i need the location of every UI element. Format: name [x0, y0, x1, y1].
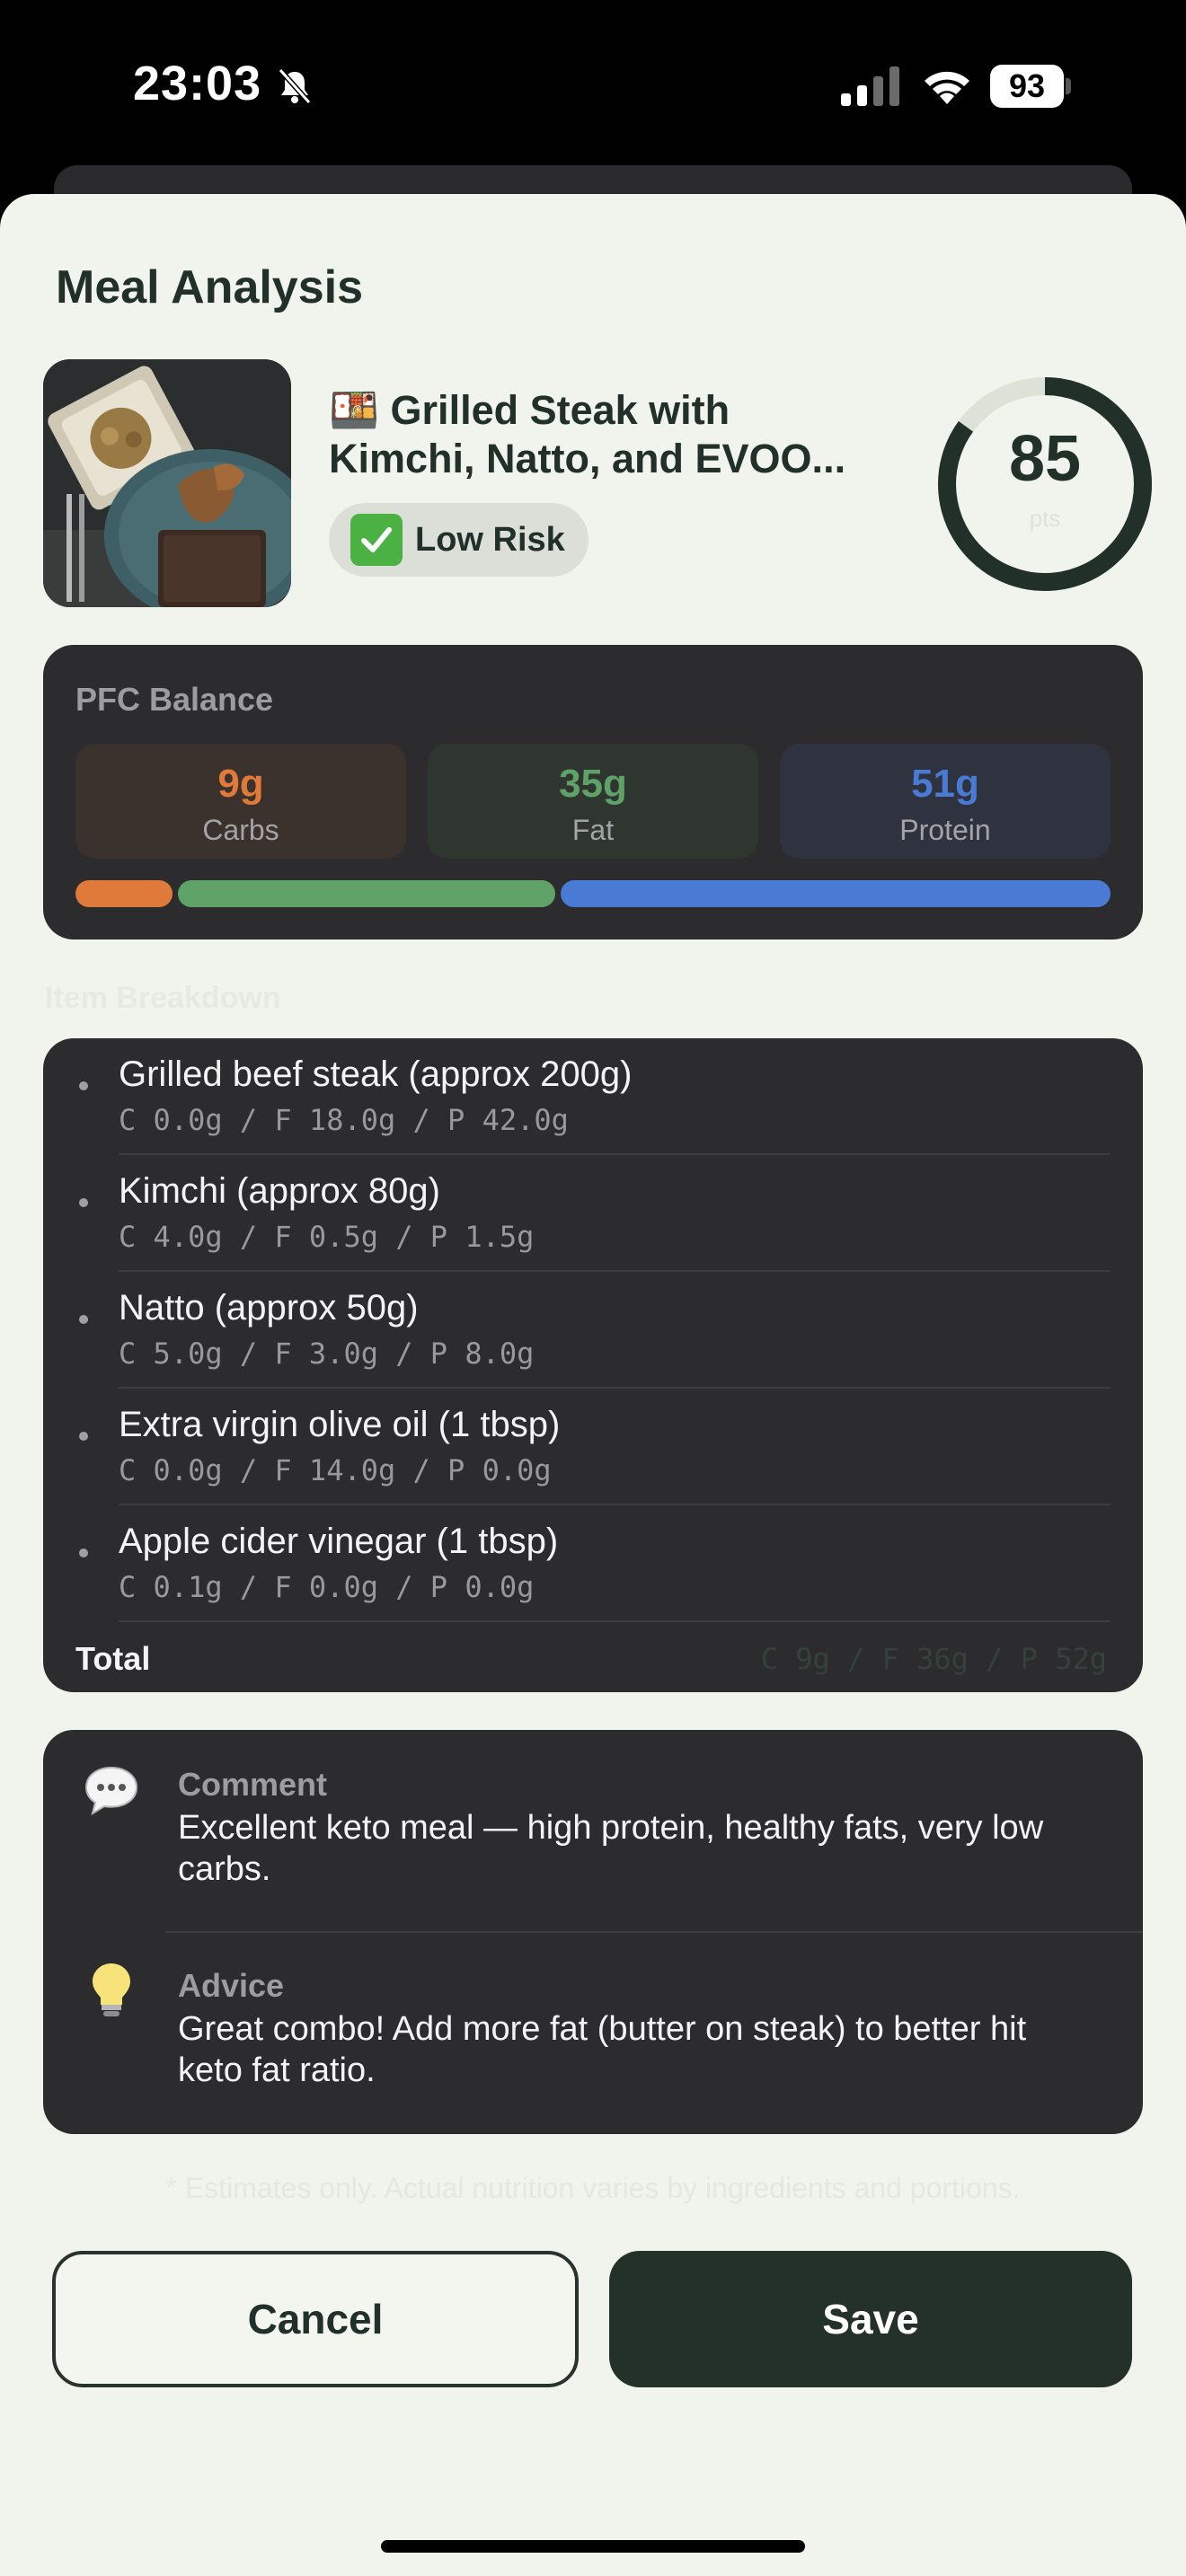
food-item: Kimchi (approx 80g) C 4.0g / F 0.5g / P …: [43, 1155, 1143, 1272]
macro-fat: 35g Fat: [428, 744, 758, 859]
carbs-value: 9g: [217, 762, 264, 806]
save-button[interactable]: Save: [609, 2251, 1132, 2387]
food-item-name: Apple cider vinegar (1 tbsp): [119, 1522, 559, 1561]
meal-name-line-1: 🍱 Grilled Steak with: [329, 386, 868, 435]
carbs-label: Carbs: [202, 814, 279, 846]
food-item-macros: C 0.0g / F 18.0g / P 42.0g: [119, 1103, 569, 1137]
item-breakdown-label: Item Breakdown: [45, 981, 281, 1015]
battery-tip: [1066, 78, 1071, 94]
fat-value: 35g: [559, 762, 627, 806]
food-item-name: Natto (approx 50g): [119, 1288, 419, 1328]
food-item: Grilled beef steak (approx 200g) C 0.0g …: [43, 1038, 1143, 1155]
pfc-bar-carbs: [75, 880, 173, 907]
lightbulb-icon: [93, 1963, 130, 2016]
comment-heading: Comment: [178, 1766, 328, 1803]
divider: [119, 1620, 1111, 1622]
divider: [165, 1931, 1143, 1933]
fat-label: Fat: [571, 814, 615, 846]
pfc-title: PFC Balance: [75, 681, 274, 718]
home-indicator: [381, 2540, 805, 2553]
meal-photo: [43, 359, 291, 607]
food-item-name: Grilled beef steak (approx 200g): [119, 1054, 633, 1094]
score-value: 85: [1008, 423, 1082, 495]
status-time: 23:03: [133, 57, 262, 110]
meal-name: 🍱 Grilled Steak with Kimchi, Natto, and …: [329, 386, 868, 483]
score-unit: pts: [1029, 505, 1061, 532]
food-item-macros: C 0.1g / F 0.0g / P 0.0g: [119, 1570, 535, 1604]
meal-emoji: 🍱: [329, 387, 380, 433]
food-item: Apple cider vinegar (1 tbsp) C 0.1g / F …: [43, 1505, 1143, 1622]
food-item-macros: C 5.0g / F 3.0g / P 8.0g: [119, 1337, 535, 1371]
cellular-signal-icon: [841, 66, 899, 106]
battery-level: 93: [990, 65, 1064, 108]
total-values: C 9g / F 36g / P 52g: [760, 1642, 1107, 1676]
risk-label: Low Risk: [415, 520, 565, 559]
macro-protein: 51g Protein: [780, 744, 1111, 859]
bullet: [79, 1548, 88, 1557]
comment-advice-card: Comment Excellent keto meal — high prote…: [43, 1730, 1143, 2134]
pfc-bar-fat: [178, 880, 555, 907]
disclaimer: * Estimates only. Actual nutrition varie…: [165, 2172, 1021, 2204]
check-mark-icon: [350, 514, 403, 566]
food-item-name: Extra virgin olive oil (1 tbsp): [119, 1405, 561, 1444]
battery-indicator: 93: [990, 65, 1071, 108]
cancel-button[interactable]: Cancel: [52, 2251, 579, 2387]
wifi-icon: [925, 71, 969, 104]
risk-badge: Low Risk: [329, 503, 589, 577]
food-item: Natto (approx 50g) C 5.0g / F 3.0g / P 8…: [43, 1272, 1143, 1389]
food-item: Extra virgin olive oil (1 tbsp) C 0.0g /…: [43, 1389, 1143, 1505]
pfc-balance-card: PFC Balance 9g Carbs 35g Fat 51g Protein: [43, 645, 1143, 940]
item-breakdown-card: Grilled beef steak (approx 200g) C 0.0g …: [43, 1038, 1143, 1692]
food-item-name: Kimchi (approx 80g): [119, 1171, 440, 1211]
protein-value: 51g: [911, 762, 979, 806]
bullet: [79, 1081, 88, 1090]
advice-heading: Advice: [178, 1967, 285, 2004]
meal-name-line-1-text: Grilled Steak with: [390, 387, 730, 433]
bullet: [79, 1315, 88, 1324]
advice-text: Great combo! Add more fat (butter on ste…: [178, 2010, 1027, 2089]
total-label: Total: [75, 1640, 151, 1677]
bell-muted-icon: [278, 68, 312, 104]
status-bar: 23:03 93: [0, 0, 1186, 171]
meal-name-line-2: Kimchi, Natto, and EVOO...: [329, 436, 846, 481]
protein-label: Protein: [899, 814, 991, 846]
pfc-bar-protein: [561, 880, 1111, 907]
food-item-macros: C 4.0g / F 0.5g / P 1.5g: [119, 1220, 535, 1254]
macro-carbs: 9g Carbs: [75, 744, 406, 859]
sheet-title: Meal Analysis: [56, 261, 364, 313]
bullet: [79, 1432, 88, 1441]
bullet: [79, 1198, 88, 1207]
comment-text: Excellent keto meal — high protein, heal…: [178, 1809, 1044, 1888]
food-item-macros: C 0.0g / F 14.0g / P 0.0g: [119, 1453, 552, 1487]
speech-bubble-icon: [84, 1766, 138, 1816]
